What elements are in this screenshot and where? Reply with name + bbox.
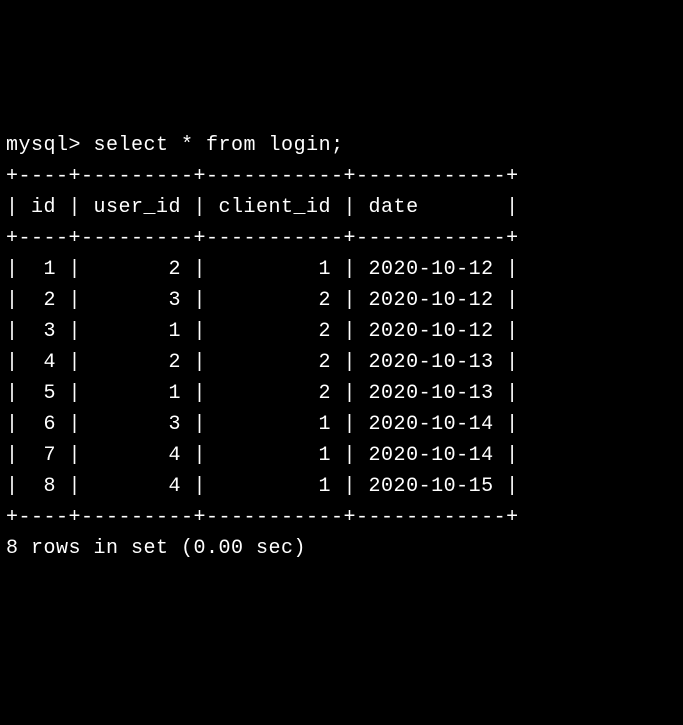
sql-query: select * from login; — [94, 134, 344, 157]
table-border-mid: +----+---------+-----------+------------… — [6, 227, 519, 250]
mysql-prompt: mysql> — [6, 134, 81, 157]
table-border-top: +----+---------+-----------+------------… — [6, 165, 519, 188]
table-border-bottom: +----+---------+-----------+------------… — [6, 506, 519, 529]
mysql-terminal: mysql> select * from login; +----+------… — [6, 130, 677, 564]
table-body: | 1 | 2 | 1 | 2020-10-12 | | 2 | 3 | 2 |… — [6, 258, 519, 498]
result-footer: 8 rows in set (0.00 sec) — [6, 537, 306, 560]
prompt-line: mysql> select * from login; — [6, 134, 344, 157]
table-header-row: | id | user_id | client_id | date | — [6, 196, 519, 219]
